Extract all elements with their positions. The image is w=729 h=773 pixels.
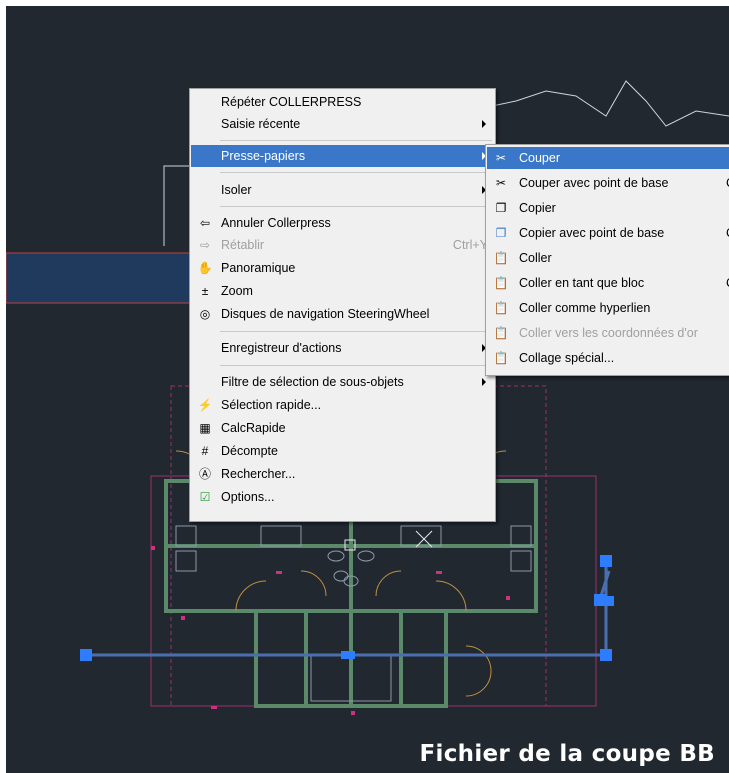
menu-item-retablir[interactable]: ⇨ Rétablir Ctrl+Y	[191, 234, 494, 256]
menu-item-options[interactable]: ☑ Options...	[191, 486, 494, 508]
shortcut-label: Ctrl+Y	[452, 238, 488, 252]
menu-item-label: Décompte	[221, 444, 278, 458]
menu-item-label: Rechercher...	[221, 467, 296, 481]
menu-item-label: Copier	[519, 201, 556, 215]
submenu-arrow-icon	[482, 378, 486, 386]
menu-item-calcrapide[interactable]: ▦ CalcRapide	[191, 417, 494, 439]
menu-item-label: Coller comme hyperlien	[519, 301, 651, 315]
submenu-item-couper[interactable]: ✂ Couper	[487, 147, 729, 169]
paste-block-icon: 📋	[493, 276, 509, 290]
submenu-item-coller[interactable]: 📋 Coller	[487, 247, 729, 269]
drawing-canvas[interactable]: Répéter COLLERPRESS Saisie récente Press…	[6, 6, 729, 773]
menu-item-filtre[interactable]: Filtre de sélection de sous-objets	[191, 371, 494, 393]
cut-icon: ✂	[495, 151, 507, 165]
submenu-item-couper-point-base[interactable]: ✂ Couper avec point de base C	[487, 172, 729, 194]
menu-item-label: CalcRapide	[221, 421, 286, 435]
menu-item-label: Annuler Collerpress	[221, 216, 331, 230]
paste-coordinates-icon: 📋	[493, 326, 509, 340]
find-icon: Ⓐ	[198, 467, 211, 481]
options-check-icon: ☑	[199, 490, 211, 504]
menu-separator	[220, 206, 492, 207]
fixtures	[175, 525, 532, 702]
menu-item-label: Enregistreur d'actions	[221, 341, 342, 355]
menu-item-label: Copier avec point de base	[519, 226, 665, 240]
menu-item-decompte[interactable]: # Décompte	[191, 440, 494, 462]
undo-icon: ⇦	[199, 216, 211, 230]
menu-item-label: Couper	[519, 151, 560, 165]
dimension-marks	[151, 546, 510, 715]
submenu-item-copier-point-base[interactable]: ❐ Copier avec point de base C	[487, 222, 729, 244]
menu-item-presse-papiers[interactable]: Presse-papiers	[191, 145, 494, 167]
menu-separator	[220, 331, 492, 332]
context-menu: Répéter COLLERPRESS Saisie récente Press…	[189, 88, 496, 522]
submenu-item-copier[interactable]: ❐ Copier	[487, 197, 729, 219]
grip-top	[600, 555, 612, 567]
menu-item-label: Options...	[221, 490, 275, 504]
menu-item-annuler[interactable]: ⇦ Annuler Collerpress	[191, 212, 494, 234]
menu-item-label: Presse-papiers	[221, 149, 306, 163]
paste-special-icon: 📋	[493, 351, 509, 365]
grip-mid	[341, 651, 355, 659]
menu-item-label: Panoramique	[221, 261, 296, 275]
selected-band	[6, 252, 197, 304]
menu-item-label: Répéter COLLERPRESS	[221, 95, 362, 109]
copy-basepoint-icon: ❐	[495, 226, 507, 240]
menu-item-label: Coller vers les coordonnées d'or	[519, 326, 698, 340]
paste-hyperlink-icon: 📋	[493, 301, 509, 315]
grip-side	[604, 596, 614, 606]
menu-item-label: Coller	[519, 251, 552, 265]
menu-item-enregistreur[interactable]: Enregistreur d'actions	[191, 337, 494, 359]
menu-item-isoler[interactable]: Isoler	[191, 179, 494, 201]
menu-item-label: Coller en tant que bloc	[519, 276, 645, 290]
menu-item-label: Collage spécial...	[519, 351, 615, 365]
submenu-item-coller-bloc[interactable]: 📋 Coller en tant que bloc C	[487, 272, 729, 294]
terrain-line	[491, 80, 729, 127]
submenu-item-coller-coordonnees[interactable]: 📋 Coller vers les coordonnées d'or	[487, 322, 729, 344]
menu-item-label: Sélection rapide...	[221, 398, 322, 412]
cut-basepoint-icon: ✂	[495, 176, 507, 190]
submenu-arrow-icon	[482, 120, 486, 128]
paste-icon: 📋	[493, 251, 509, 265]
zoom-icon: ±	[201, 284, 209, 298]
menu-item-zoom[interactable]: ± Zoom	[191, 280, 494, 302]
redo-icon: ⇨	[199, 238, 211, 252]
calculator-icon: ▦	[199, 421, 211, 435]
menu-separator	[220, 172, 492, 173]
menu-item-saisie-recente[interactable]: Saisie récente	[191, 113, 494, 135]
menu-item-panoramique[interactable]: ✋ Panoramique	[191, 257, 494, 279]
count-icon: #	[201, 444, 209, 458]
grip-left	[80, 649, 92, 661]
copy-icon: ❐	[495, 201, 507, 215]
submenu-item-coller-hyperlien[interactable]: 📋 Coller comme hyperlien	[487, 297, 729, 319]
steering-wheel-icon: ◎	[199, 307, 211, 321]
menu-separator	[220, 140, 492, 141]
submenu-item-collage-special[interactable]: 📋 Collage spécial...	[487, 347, 729, 369]
menu-separator	[220, 365, 492, 366]
grip-right	[600, 649, 612, 661]
menu-item-label: Isoler	[221, 183, 252, 197]
menu-item-repeter[interactable]: Répéter COLLERPRESS	[191, 91, 494, 113]
menu-item-label: Saisie récente	[221, 117, 301, 131]
caption-title: Fichier de la coupe BB	[419, 741, 715, 767]
menu-item-selection-rapide[interactable]: ⚡ Sélection rapide...	[191, 394, 494, 416]
menu-item-label: Filtre de sélection de sous-objets	[221, 375, 404, 389]
menu-item-rechercher[interactable]: Ⓐ Rechercher...	[191, 463, 494, 485]
menu-item-label: Zoom	[221, 284, 253, 298]
menu-item-steeringwheel[interactable]: ◎ Disques de navigation SteeringWheel	[191, 303, 494, 325]
pan-hand-icon: ✋	[197, 261, 213, 275]
clipboard-submenu: ✂ Couper ✂ Couper avec point de base C ❐…	[485, 144, 729, 376]
section-line[interactable]	[80, 555, 614, 661]
quick-select-icon: ⚡	[197, 398, 213, 412]
menu-item-label: Disques de navigation SteeringWheel	[221, 307, 430, 321]
menu-item-label: Rétablir	[221, 238, 265, 252]
menu-item-label: Couper avec point de base	[519, 176, 669, 190]
